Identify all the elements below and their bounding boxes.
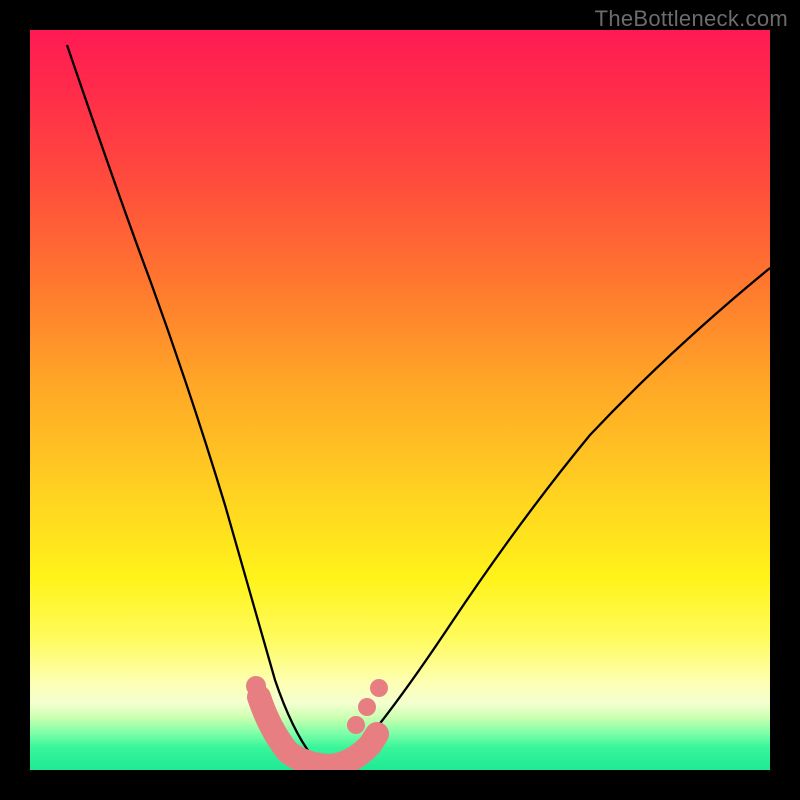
marker-dot [246,676,266,696]
marker-dot [370,679,388,697]
marker-dot [252,696,272,716]
marker-dot [358,698,376,716]
chart-frame: TheBottleneck.com [0,0,800,800]
right-curve [330,268,770,767]
plot-area [30,30,770,770]
watermark-text: TheBottleneck.com [595,6,788,32]
curves-layer [30,30,770,770]
left-curve [67,45,330,767]
marker-dot [347,716,365,734]
